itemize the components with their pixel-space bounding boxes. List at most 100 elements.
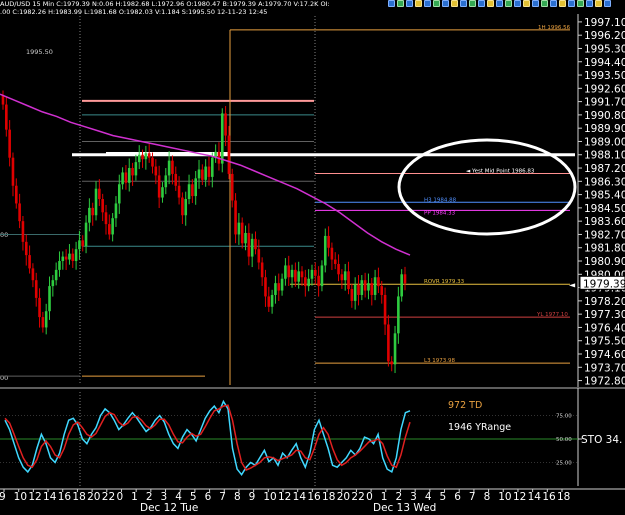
toolbar-icon[interactable] (433, 0, 440, 7)
candle-body (240, 222, 244, 244)
candle-body (114, 203, 118, 219)
y-tick-label: 1990.80 (584, 110, 625, 122)
toolbar-icon[interactable] (523, 0, 530, 7)
y-tick-label: 1996.20 (584, 30, 625, 42)
candle-body (307, 278, 310, 287)
candle-body (31, 268, 35, 281)
left-edge-label: 00 (0, 231, 8, 239)
candle-body (367, 283, 370, 291)
candle-body (177, 185, 181, 198)
candle-body (78, 240, 81, 250)
price-chart[interactable]: 1997.101996.201995.30 1994.401993.501992.… (0, 0, 625, 515)
toolbar-icon[interactable] (496, 0, 503, 7)
candle-body (121, 172, 124, 185)
candle-body (51, 280, 55, 287)
candle-body (397, 296, 400, 334)
toolbar-icon[interactable] (577, 0, 584, 7)
candle-body (171, 160, 174, 174)
toolbar-icon[interactable] (559, 0, 566, 7)
x-tick-label: 5 (440, 491, 447, 503)
candle-body (201, 169, 204, 180)
toolbar-icon[interactable] (397, 0, 404, 7)
level-label: ◄ Yest Mid Point 1986.83 (466, 168, 535, 174)
candle-body (21, 221, 25, 242)
toolbar-icon[interactable] (478, 0, 485, 7)
toolbar-icon[interactable] (469, 0, 476, 7)
current-price-arrow: ◄ (569, 280, 576, 289)
candle-body (104, 212, 108, 225)
day-label: Dec 12 Tue (140, 502, 198, 514)
candle-body (164, 175, 168, 188)
x-tick-label: 0 (116, 491, 123, 503)
toolbar-icon[interactable] (388, 0, 395, 7)
candle-body (224, 113, 227, 136)
current-price-label: 1979.39 (583, 278, 625, 290)
candle-body (287, 265, 291, 278)
candle-body (333, 259, 337, 264)
y-tick-label: 1985.40 (584, 190, 625, 202)
toolbar-icon[interactable] (442, 0, 449, 7)
candle-body (74, 249, 78, 262)
x-tick-label: 18 (557, 491, 570, 503)
candle-body (127, 168, 131, 183)
stoch-ref-label: 75.00 (556, 414, 572, 420)
toolbar-icon[interactable] (460, 0, 467, 7)
toolbar-icon[interactable] (424, 0, 431, 7)
x-tick-label: 16 (307, 491, 321, 503)
candle-body (24, 241, 28, 256)
candle-body (220, 113, 224, 164)
candle-body (400, 274, 403, 297)
y-tick-label: 1986.30 (584, 176, 625, 188)
toolbar-icon[interactable] (550, 0, 557, 7)
candle-body (48, 286, 51, 312)
toolbar-icon[interactable] (568, 0, 575, 7)
toolbar-icon[interactable] (595, 0, 602, 7)
candle-body (54, 269, 58, 281)
y-tick-label: 1993.50 (584, 70, 625, 82)
x-tick-label: 0 (366, 491, 373, 503)
toolbar-icon[interactable] (604, 0, 611, 7)
left-edge-label: 00 (0, 374, 8, 382)
x-tick-label: 18 (72, 491, 85, 503)
level-label: ROVR 1979.33 (424, 279, 465, 285)
candle-body (94, 188, 98, 216)
candle-body (323, 235, 327, 266)
toolbar-icon[interactable] (541, 0, 548, 7)
toolbar-icon[interactable] (586, 0, 593, 7)
x-tick-label: 14 (43, 491, 57, 503)
candle-body (294, 269, 297, 282)
candle-body (370, 283, 374, 295)
y-tick-label: 1991.70 (584, 97, 625, 109)
candle-body (191, 184, 194, 197)
candle-body (131, 168, 134, 176)
toolbar-icon[interactable] (487, 0, 494, 7)
candle-body (84, 222, 88, 247)
y-tick-label: 1988.10 (584, 150, 625, 162)
toolbar-icon[interactable] (415, 0, 422, 7)
candle-body (357, 284, 360, 295)
candle-body (184, 199, 188, 216)
stoch-ref-label: 50.00 (556, 437, 572, 443)
x-tick-label: 22 (351, 491, 364, 503)
toolbar-icon[interactable] (505, 0, 512, 7)
toolbar-icon[interactable] (451, 0, 458, 7)
candle-body (14, 185, 18, 204)
toolbar-icon[interactable] (406, 0, 413, 7)
candle-body (211, 157, 214, 177)
toolbar-icon[interactable] (514, 0, 521, 7)
y-tick-label: 1997.10 (584, 17, 625, 29)
candle-body (337, 263, 340, 275)
y-tick-label: 1978.20 (584, 296, 625, 308)
candle-body (1, 95, 5, 105)
x-tick-label: 8 (484, 491, 491, 503)
candle-body (28, 255, 31, 269)
candle-body (310, 269, 314, 279)
candle-body (383, 294, 387, 325)
candle-body (68, 253, 71, 260)
candle-body (41, 317, 45, 328)
candle-body (81, 240, 85, 247)
toolbar-icon[interactable] (532, 0, 539, 7)
candle-body (360, 280, 364, 295)
candle-body (247, 232, 251, 257)
candle-body (257, 249, 261, 263)
